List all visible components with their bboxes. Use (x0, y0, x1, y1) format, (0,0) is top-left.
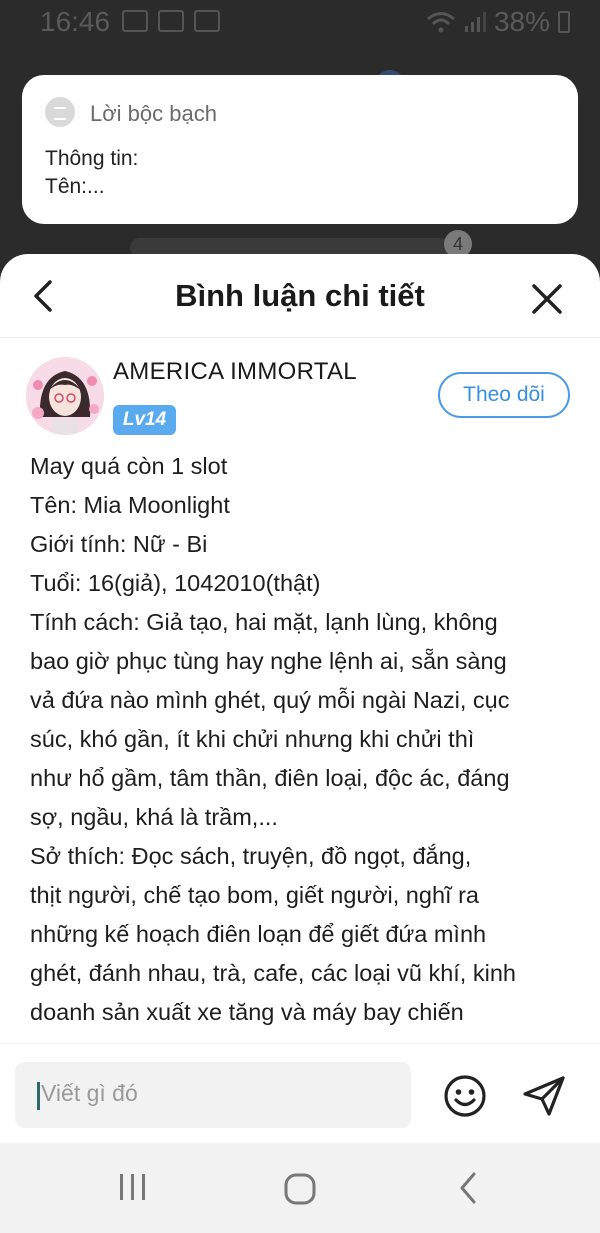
comment-line: bao giờ phục tùng hay nghe lệnh ai, sẵn … (30, 648, 507, 674)
wifi-icon (426, 12, 455, 33)
signal-icon (464, 12, 486, 32)
comment-line: thịt người, chế tạo bom, giết người, ngh… (30, 882, 479, 908)
sheet-header: Bình luận chi tiết (0, 254, 600, 338)
avatar[interactable] (26, 357, 104, 435)
comment-line: doanh sản xuất xe tăng và máy bay chiến (30, 999, 464, 1025)
notification-text-line: Tên:... (45, 175, 105, 198)
comment-input-bar: Viết gì đó (0, 1043, 600, 1143)
recent-apps-icon[interactable] (117, 1173, 149, 1201)
comment-body: May quá còn 1 slot Tên: Mia Moonlight Gi… (30, 447, 578, 1032)
close-icon[interactable] (528, 280, 566, 318)
status-bar: 16:46 38% (0, 0, 600, 48)
comment-line: vả đứa nào mình ghét, quý mỗi ngài Nazi,… (30, 687, 510, 713)
youtube-icon (158, 10, 184, 32)
notification-app-name: Lời bộc bạch (90, 101, 217, 126)
home-icon[interactable] (284, 1173, 316, 1205)
comment-line: như hổ gầm, tâm thần, điên loại, độc ác,… (30, 765, 510, 791)
comment-line: Tính cách: Giả tạo, hai mặt, lạnh lùng, … (30, 609, 498, 635)
status-time: 16:46 (40, 6, 111, 37)
battery-percent: 38% (493, 6, 550, 37)
comment-line: Giới tính: Nữ - Bi (30, 531, 208, 557)
zalo-icon (194, 10, 220, 32)
battery-icon (558, 11, 570, 33)
comment-input[interactable]: Viết gì đó (15, 1062, 411, 1128)
comment-detail-sheet: Bình luận chi tiết AMERICA IMMORTAL Lv14… (0, 254, 600, 1233)
emoji-icon[interactable] (443, 1074, 487, 1118)
status-right: 38% (426, 6, 570, 38)
text-caret (37, 1082, 40, 1110)
follow-button[interactable]: Theo dõi (438, 372, 570, 418)
level-badge: Lv14 (113, 405, 176, 435)
nav-back-icon[interactable] (454, 1171, 484, 1205)
status-notification-icons (122, 10, 220, 32)
avatar-image (26, 357, 104, 435)
comment-line: Tên: Mia Moonlight (30, 492, 230, 518)
comment-line: Tuổi: 16(giả), 1042010(thật) (30, 570, 321, 596)
comment-line: May quá còn 1 slot (30, 453, 228, 479)
system-nav-bar (0, 1143, 600, 1233)
comment-line: những kế hoạch điên loạn để giết đứa mìn… (30, 921, 487, 947)
comment-input-placeholder: Viết gì đó (41, 1080, 138, 1106)
comment-line: Sở thích: Đọc sách, truyện, đồ ngọt, đắn… (30, 843, 472, 869)
comment-line: súc, khó gần, ít khi chửi nhưng khi chửi… (30, 726, 475, 752)
send-icon[interactable] (521, 1074, 567, 1118)
notification-card[interactable]: Lời bộc bạch Thông tin: Tên:... (22, 75, 578, 224)
message-icon (45, 97, 75, 127)
comment-line: sợ, ngầu, khá là trầm,... (30, 804, 278, 830)
sheet-title: Bình luận chi tiết (175, 278, 425, 313)
gallery-icon (122, 10, 148, 32)
notification-text-line: Thông tin: (45, 147, 139, 170)
comment-line: ghét, đánh nhau, trà, cafe, các loại vũ … (30, 960, 516, 986)
username[interactable]: AMERICA IMMORTAL (113, 358, 357, 386)
